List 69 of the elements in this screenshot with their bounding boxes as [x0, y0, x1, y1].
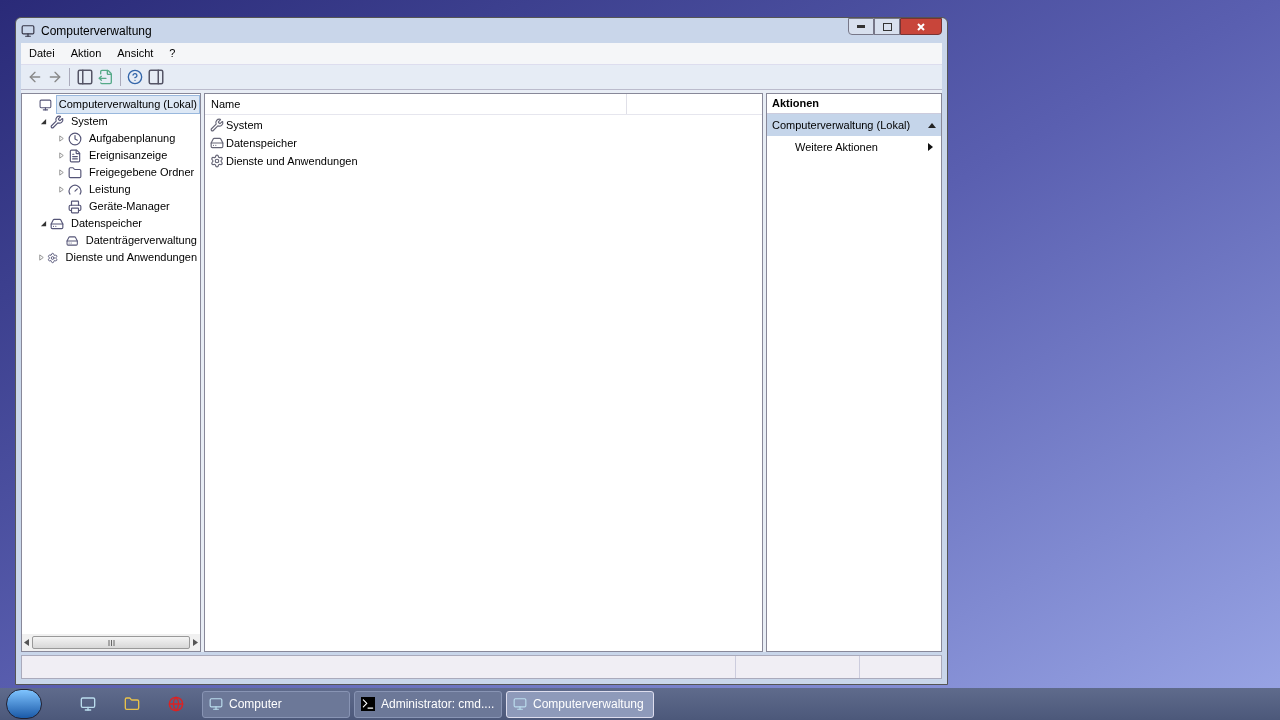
maximize-button[interactable] — [874, 18, 900, 35]
expanded-arrow-icon[interactable] — [39, 118, 47, 125]
tree-item[interactable]: Ereignisanzeige — [86, 146, 171, 165]
collapse-arrow-icon[interactable] — [928, 122, 936, 128]
wrench-icon — [50, 114, 64, 129]
submenu-arrow-icon — [928, 143, 933, 151]
expanded-arrow-icon[interactable] — [39, 220, 47, 227]
computer-icon — [513, 697, 527, 711]
scrollbar-thumb[interactable] — [32, 636, 190, 649]
tree-item[interactable]: Geräte-Manager — [86, 197, 173, 216]
terminal-icon — [361, 697, 375, 711]
folder-icon[interactable] — [124, 696, 140, 712]
list-item[interactable]: Datenspeicher — [226, 134, 297, 152]
horizontal-scrollbar[interactable] — [22, 634, 200, 651]
computer-icon — [21, 23, 35, 38]
gear-icon — [210, 154, 224, 168]
drive-icon — [66, 233, 79, 248]
maximize-icon — [882, 22, 892, 31]
forward-arrow-icon[interactable] — [47, 69, 63, 85]
panel-icon[interactable] — [76, 68, 94, 86]
section-title: Computerverwaltung (Lokal) — [772, 117, 911, 133]
start-orb[interactable] — [6, 689, 42, 719]
close-icon — [917, 22, 925, 31]
drive-icon — [50, 216, 64, 231]
minimize-icon — [857, 25, 865, 28]
collapsed-arrow-icon[interactable] — [57, 169, 65, 176]
menu-item[interactable]: Datei — [29, 45, 55, 62]
action-link[interactable]: Weitere Aktionen — [795, 138, 878, 156]
window-title: Computerverwaltung — [41, 22, 152, 40]
actions-section-header[interactable]: Computerverwaltung (Lokal) — [767, 114, 941, 136]
column-header[interactable]: Name — [205, 94, 627, 114]
wrench-icon — [210, 118, 224, 132]
taskbar-button[interactable]: Computer — [202, 690, 350, 718]
computer-icon — [38, 97, 52, 112]
tree-item[interactable]: Dienste und Anwendungen — [62, 248, 200, 267]
drive-icon — [210, 136, 224, 150]
collapsed-arrow-icon[interactable] — [57, 152, 65, 159]
tree-item[interactable]: Datenspeicher — [68, 214, 145, 233]
collapsed-arrow-icon[interactable] — [57, 135, 65, 142]
tree-item[interactable]: Freigegebene Ordner — [86, 163, 198, 182]
grip-icon — [107, 639, 115, 646]
tree-item[interactable]: System — [68, 112, 111, 131]
right-arrow-icon[interactable] — [193, 639, 198, 646]
tree-item[interactable]: Leistung — [86, 180, 134, 199]
export-icon[interactable] — [98, 69, 114, 85]
computer-icon[interactable] — [80, 696, 96, 712]
panel-icon[interactable] — [147, 68, 165, 86]
help-icon[interactable] — [127, 69, 143, 85]
collapsed-arrow-icon[interactable] — [38, 254, 46, 261]
menu-item[interactable]: Aktion — [70, 45, 102, 62]
left-arrow-icon[interactable] — [24, 639, 29, 646]
menu-item[interactable]: Ansicht — [117, 45, 154, 62]
menu-item[interactable]: ? — [169, 45, 176, 62]
folder-icon — [68, 165, 82, 180]
printer-icon — [68, 199, 82, 214]
minimize-button[interactable] — [848, 18, 874, 35]
close-button[interactable] — [900, 18, 942, 35]
document-icon — [68, 148, 82, 163]
tree-item[interactable]: Computerverwaltung (Lokal) — [55, 95, 200, 114]
tree-item[interactable]: Datenträgerverwaltung — [82, 231, 200, 250]
clock-icon — [68, 131, 82, 146]
gear-icon — [47, 250, 59, 265]
list-item[interactable]: Dienste und Anwendungen — [226, 152, 358, 170]
gauge-icon — [68, 182, 82, 197]
collapsed-arrow-icon[interactable] — [57, 186, 65, 193]
list-item[interactable]: System — [226, 116, 263, 134]
computer-icon — [209, 697, 223, 711]
tree-item[interactable]: Aufgabenplanung — [86, 129, 179, 148]
taskbar-button[interactable]: Administrator: cmd.... — [354, 690, 502, 718]
